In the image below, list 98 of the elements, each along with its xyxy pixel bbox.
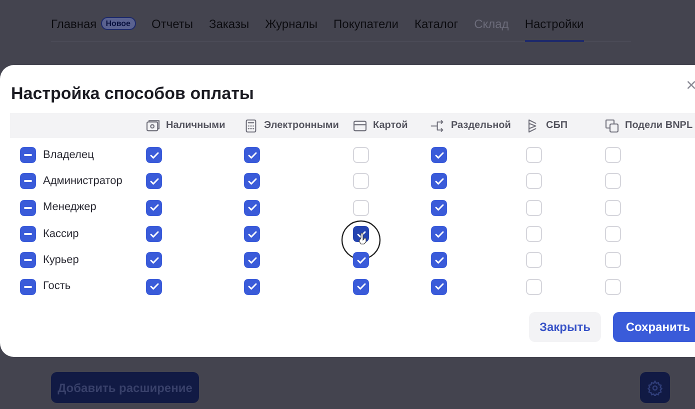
column-header: Раздельной [451, 119, 511, 133]
check-icon [248, 283, 256, 290]
checkbox[interactable] [244, 200, 260, 216]
new-badge: Новое [100, 17, 136, 30]
column-header: Наличными [166, 119, 226, 133]
minus-icon [24, 154, 32, 156]
checkbox[interactable] [146, 252, 162, 268]
check-icon [248, 230, 256, 238]
checkbox[interactable] [605, 200, 621, 216]
tab-label: Главная [51, 16, 97, 33]
split-arrow-icon [430, 118, 446, 134]
checkbox[interactable] [146, 173, 162, 190]
check-icon [150, 152, 158, 159]
check-icon [434, 230, 444, 238]
close-dialog-button[interactable]: Закрыть [529, 312, 601, 342]
save-button[interactable]: Сохранить [613, 312, 695, 342]
checkbox[interactable] [146, 147, 162, 164]
nav-tab[interactable]: Отчеты [152, 14, 193, 42]
checkbox[interactable] [244, 252, 260, 268]
checkbox[interactable] [353, 278, 369, 295]
checkbox[interactable] [605, 173, 621, 190]
nav-tab[interactable]: Покупатели [334, 14, 398, 42]
role-label: Менеджер [43, 200, 96, 216]
checkbox[interactable] [431, 173, 447, 190]
checkbox[interactable] [605, 278, 621, 295]
checkbox[interactable] [526, 226, 542, 242]
check-icon [150, 256, 158, 264]
minus-icon [24, 180, 32, 182]
nav-tab[interactable]: Журналы [265, 14, 318, 42]
copy-icon [604, 118, 620, 134]
checkbox[interactable] [605, 226, 621, 242]
check-icon [248, 204, 256, 212]
check-icon [150, 178, 158, 185]
settings-icon [647, 380, 663, 396]
check-icon [150, 230, 158, 238]
checkbox[interactable] [431, 147, 447, 164]
role-label: Курьер [43, 253, 79, 268]
column-header: Электронными [264, 119, 339, 133]
checkbox[interactable] [146, 226, 162, 242]
checkbox[interactable] [431, 226, 447, 242]
role-label: Владелец [43, 148, 94, 163]
checkbox[interactable] [526, 278, 542, 295]
check-icon [434, 178, 444, 185]
deselect-row-button[interactable] [20, 173, 36, 190]
deselect-row-button[interactable] [20, 200, 36, 216]
minus-icon [24, 206, 32, 209]
checkbox[interactable] [526, 200, 542, 216]
checkbox[interactable] [431, 252, 447, 268]
close-button[interactable]: × [686, 75, 695, 95]
deselect-row-button[interactable] [20, 278, 36, 295]
deselect-row-button[interactable] [20, 226, 36, 242]
minus-icon [24, 259, 32, 262]
check-icon [248, 256, 256, 264]
check-icon [248, 178, 256, 185]
checkbox[interactable] [244, 173, 260, 190]
checkbox[interactable] [353, 252, 369, 268]
checkbox[interactable] [353, 200, 369, 216]
role-label: Гость [43, 279, 71, 294]
minus-icon [24, 233, 32, 236]
calculator-icon [243, 118, 259, 134]
checkbox[interactable] [605, 147, 621, 164]
checkbox[interactable] [526, 147, 542, 164]
checkbox[interactable] [605, 252, 621, 268]
deselect-row-button[interactable] [20, 147, 36, 164]
nav-tab[interactable]: Главная Новое [51, 14, 136, 42]
checkbox[interactable] [526, 252, 542, 268]
checkbox[interactable] [146, 200, 162, 216]
checkbox[interactable] [146, 278, 162, 295]
check-icon [150, 204, 158, 212]
check-icon [248, 152, 256, 159]
check-icon [434, 152, 444, 159]
column-header: Подели BNPL [625, 119, 693, 133]
dialog-title: Настройка способов оплаты [11, 83, 254, 105]
checkbox[interactable] [244, 278, 260, 295]
nav-tab[interactable]: Каталог [414, 14, 458, 42]
check-icon [356, 283, 366, 290]
checkbox[interactable] [353, 173, 369, 190]
role-label: Кассир [43, 226, 79, 242]
role-label: Администратор [43, 174, 122, 190]
check-icon [434, 256, 444, 264]
column-header: Картой [373, 119, 408, 133]
check-icon [434, 204, 444, 212]
minus-icon [24, 286, 32, 288]
checkbox[interactable] [244, 147, 260, 164]
checkbox[interactable] [431, 278, 447, 295]
cash-icon [145, 118, 161, 134]
checkbox[interactable] [431, 200, 447, 216]
checkbox[interactable] [244, 226, 260, 242]
check-icon [434, 283, 444, 290]
nav-tab[interactable]: Настройки [524, 14, 584, 42]
check-icon [150, 283, 158, 290]
nav-tab[interactable]: Заказы [208, 14, 250, 42]
column-header: СБП [546, 119, 568, 133]
check-icon [356, 256, 366, 264]
deselect-row-button[interactable] [20, 252, 36, 268]
checkbox[interactable] [526, 173, 542, 190]
checkbox[interactable] [353, 147, 369, 164]
check-icon [356, 230, 366, 238]
